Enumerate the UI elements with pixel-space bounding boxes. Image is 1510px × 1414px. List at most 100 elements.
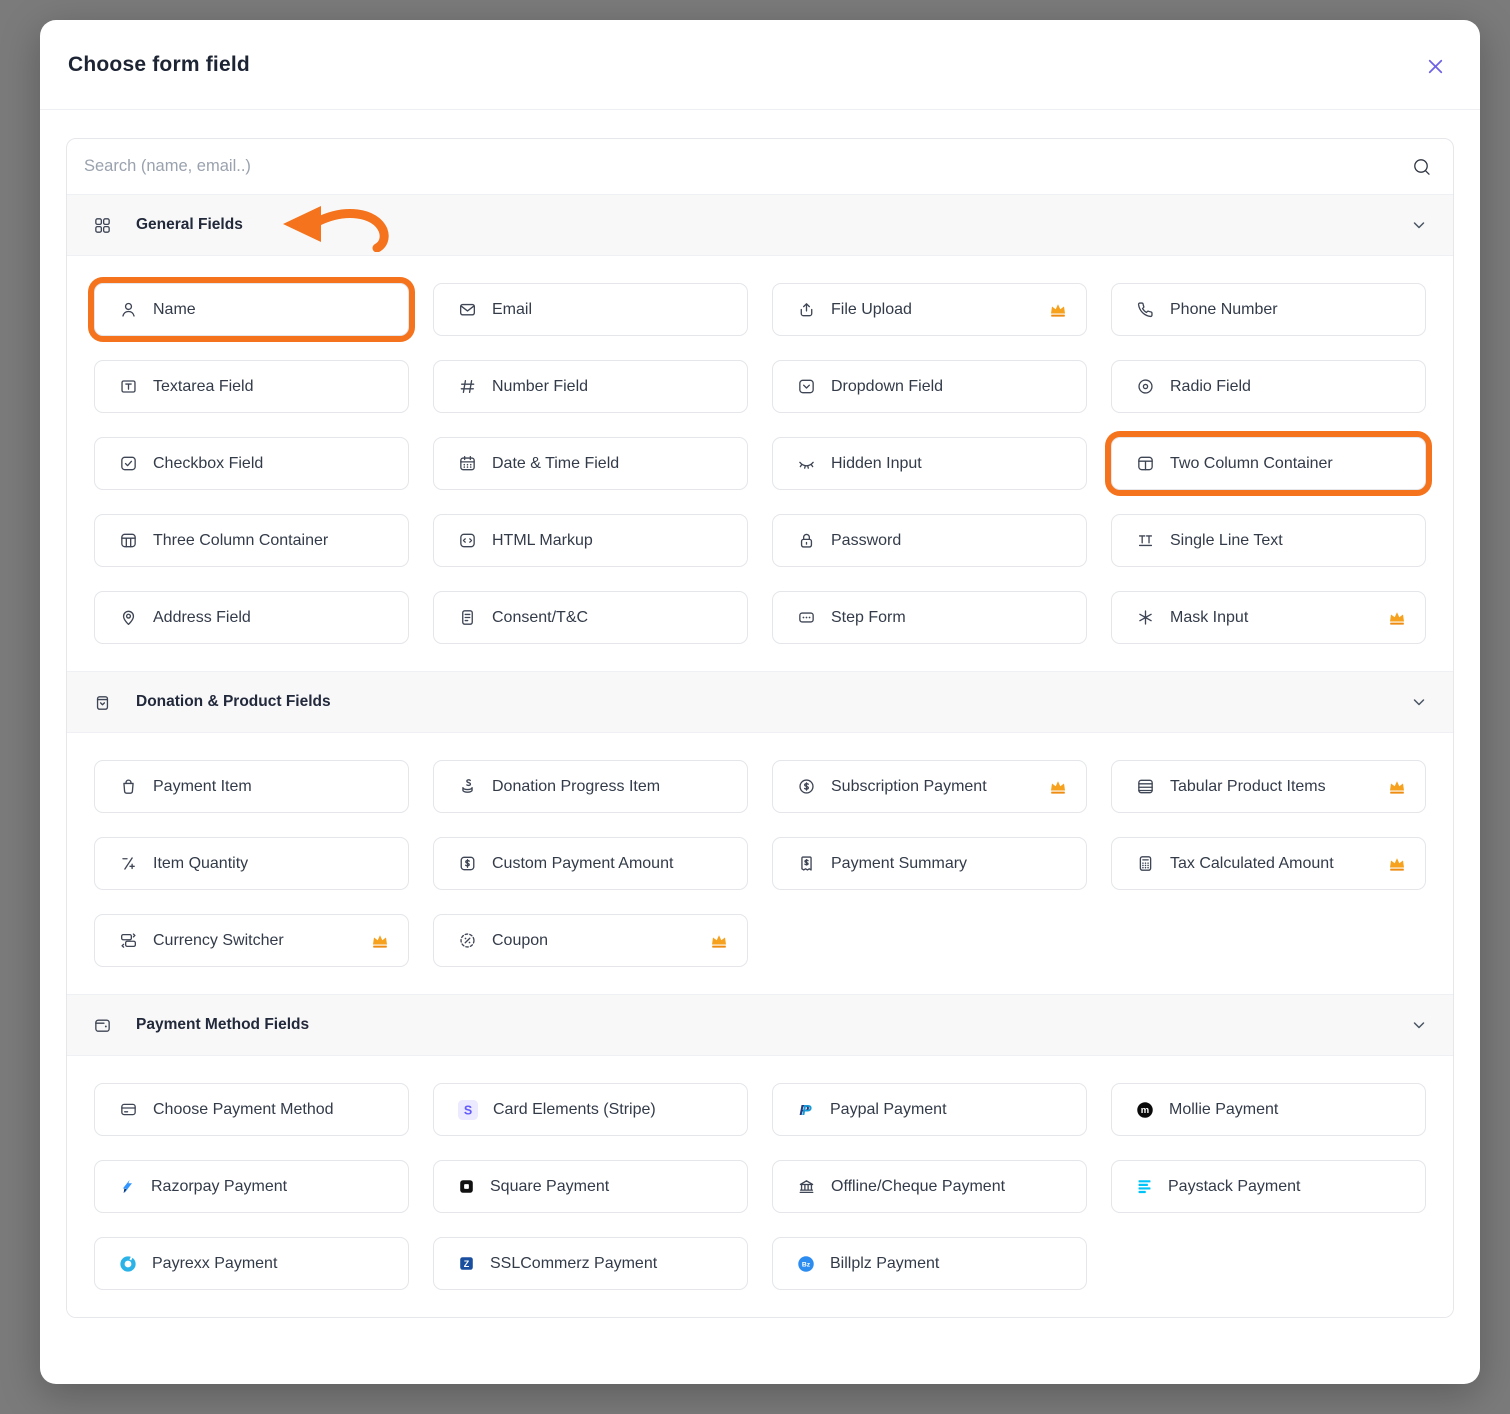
asterisk-icon bbox=[1136, 608, 1155, 627]
field-label: Checkbox Field bbox=[153, 455, 263, 473]
field-button-single-line-text[interactable]: Single Line Text bbox=[1111, 514, 1426, 567]
map-pin-icon bbox=[119, 608, 138, 627]
field-button-two-column-container[interactable]: Two Column Container bbox=[1111, 437, 1426, 490]
field-label: Payment Summary bbox=[831, 855, 967, 873]
field-label: Name bbox=[153, 301, 196, 319]
page: { "modal": { "title": "Choose form field… bbox=[0, 0, 1510, 1414]
bank-icon bbox=[797, 1177, 816, 1196]
close-button[interactable] bbox=[1421, 52, 1450, 81]
field-label: SSLCommerz Payment bbox=[490, 1255, 657, 1273]
field-button-tax-calculated-amount[interactable]: Tax Calculated Amount bbox=[1111, 837, 1426, 890]
file-upload-icon bbox=[797, 300, 816, 319]
field-button-three-column-container[interactable]: Three Column Container bbox=[94, 514, 409, 567]
field-button-paystack-payment[interactable]: Paystack Payment bbox=[1111, 1160, 1426, 1213]
field-button-address-field[interactable]: Address Field bbox=[94, 591, 409, 644]
field-button-number-field[interactable]: Number Field bbox=[433, 360, 748, 413]
payrexx-icon bbox=[119, 1255, 137, 1273]
receipt-icon bbox=[797, 854, 816, 873]
field-button-tabular-product-items[interactable]: Tabular Product Items bbox=[1111, 760, 1426, 813]
field-button-card-elements-stripe[interactable]: SCard Elements (Stripe) bbox=[433, 1083, 748, 1136]
field-button-choose-payment-method[interactable]: Choose Payment Method bbox=[94, 1083, 409, 1136]
section-header-general-fields[interactable]: General Fields bbox=[67, 194, 1453, 256]
field-button-currency-switcher[interactable]: Currency Switcher bbox=[94, 914, 409, 967]
field-button-checkbox-field[interactable]: Checkbox Field bbox=[94, 437, 409, 490]
field-button-html-markup[interactable]: HTML Markup bbox=[433, 514, 748, 567]
field-button-razorpay-payment[interactable]: Razorpay Payment bbox=[94, 1160, 409, 1213]
field-button-custom-payment-amount[interactable]: Custom Payment Amount bbox=[433, 837, 748, 890]
section-header-donation-product-fields[interactable]: Donation & Product Fields bbox=[67, 671, 1453, 733]
field-label: Three Column Container bbox=[153, 532, 328, 550]
field-button-billplz-payment[interactable]: Bz Billplz Payment bbox=[772, 1237, 1087, 1290]
coupon-icon bbox=[458, 931, 477, 950]
field-label: Paypal Payment bbox=[830, 1101, 947, 1119]
field-button-consent-t-c[interactable]: Consent/T&C bbox=[433, 591, 748, 644]
section-payment-method-fields: Payment Method Fields Choose Payment Meth… bbox=[67, 994, 1453, 1317]
field-button-payment-summary[interactable]: Payment Summary bbox=[772, 837, 1087, 890]
field-button-name[interactable]: Name bbox=[94, 283, 409, 336]
field-button-date-time-field[interactable]: Date & Time Field bbox=[433, 437, 748, 490]
field-label: Paystack Payment bbox=[1168, 1178, 1301, 1196]
field-button-payment-item[interactable]: Payment Item bbox=[94, 760, 409, 813]
subscription-icon bbox=[797, 777, 816, 796]
chevron-down-icon bbox=[1411, 1017, 1427, 1033]
textarea-icon bbox=[119, 377, 138, 396]
field-label: Number Field bbox=[492, 378, 588, 396]
field-button-paypal-payment[interactable]: PP Paypal Payment bbox=[772, 1083, 1087, 1136]
search-input[interactable] bbox=[84, 157, 1411, 176]
field-button-sslcommerz-payment[interactable]: Z SSLCommerz Payment bbox=[433, 1237, 748, 1290]
calendar-icon bbox=[458, 454, 477, 473]
phone-icon bbox=[1136, 300, 1155, 319]
field-button-email[interactable]: Email bbox=[433, 283, 748, 336]
sslcommerz-icon: Z bbox=[458, 1255, 475, 1272]
wallet-icon bbox=[93, 1016, 112, 1035]
checkbox-icon bbox=[119, 454, 138, 473]
field-label: Single Line Text bbox=[1170, 532, 1283, 550]
field-button-step-form[interactable]: Step Form bbox=[772, 591, 1087, 644]
field-button-hidden-input[interactable]: Hidden Input bbox=[772, 437, 1087, 490]
field-label: Consent/T&C bbox=[492, 609, 588, 627]
paystack-icon bbox=[1136, 1178, 1153, 1195]
section-header-payment-method-fields[interactable]: Payment Method Fields bbox=[67, 994, 1453, 1056]
field-button-password[interactable]: Password bbox=[772, 514, 1087, 567]
fields-grid-donation-product-fields: Payment Item Donation Progress Item Subscr… bbox=[67, 733, 1453, 994]
two-column-icon bbox=[1136, 454, 1155, 473]
mail-icon bbox=[458, 300, 477, 319]
field-button-item-quantity[interactable]: Item Quantity bbox=[94, 837, 409, 890]
radio-icon bbox=[1136, 377, 1155, 396]
paypal-icon: PP bbox=[797, 1101, 815, 1119]
field-button-dropdown-field[interactable]: Dropdown Field bbox=[772, 360, 1087, 413]
field-button-mollie-payment[interactable]: m Mollie Payment bbox=[1111, 1083, 1426, 1136]
mollie-icon: m bbox=[1136, 1101, 1154, 1119]
sections: General Fields Name Email File Upload Phone … bbox=[67, 194, 1453, 1317]
field-label: Mollie Payment bbox=[1169, 1101, 1278, 1119]
field-button-phone-number[interactable]: Phone Number bbox=[1111, 283, 1426, 336]
section-general-fields: General Fields Name Email File Upload Phone … bbox=[67, 194, 1453, 671]
field-button-coupon[interactable]: Coupon bbox=[433, 914, 748, 967]
crown-icon bbox=[701, 931, 729, 951]
field-label: Offline/Cheque Payment bbox=[831, 1178, 1005, 1196]
search-bar bbox=[67, 139, 1453, 194]
close-icon bbox=[1425, 65, 1446, 80]
field-button-square-payment[interactable]: Square Payment bbox=[433, 1160, 748, 1213]
field-label: Billplz Payment bbox=[830, 1255, 939, 1273]
field-label: Hidden Input bbox=[831, 455, 922, 473]
billplz-icon: Bz bbox=[797, 1255, 815, 1273]
field-label: Mask Input bbox=[1170, 609, 1248, 627]
field-button-donation-progress-item[interactable]: Donation Progress Item bbox=[433, 760, 748, 813]
field-button-textarea-field[interactable]: Textarea Field bbox=[94, 360, 409, 413]
field-label: Phone Number bbox=[1170, 301, 1278, 319]
field-label: Payment Item bbox=[153, 778, 252, 796]
field-button-radio-field[interactable]: Radio Field bbox=[1111, 360, 1426, 413]
field-button-payrexx-payment[interactable]: Payrexx Payment bbox=[94, 1237, 409, 1290]
field-label: Address Field bbox=[153, 609, 251, 627]
crown-icon bbox=[362, 931, 390, 951]
search-icon bbox=[1411, 156, 1433, 178]
field-button-offline-cheque-payment[interactable]: Offline/Cheque Payment bbox=[772, 1160, 1087, 1213]
field-button-mask-input[interactable]: Mask Input bbox=[1111, 591, 1426, 644]
section-title: General Fields bbox=[136, 216, 243, 234]
table-icon bbox=[1136, 777, 1155, 796]
field-button-subscription-payment[interactable]: Subscription Payment bbox=[772, 760, 1087, 813]
field-button-file-upload[interactable]: File Upload bbox=[772, 283, 1087, 336]
crown-icon bbox=[1379, 777, 1407, 797]
document-icon bbox=[458, 608, 477, 627]
